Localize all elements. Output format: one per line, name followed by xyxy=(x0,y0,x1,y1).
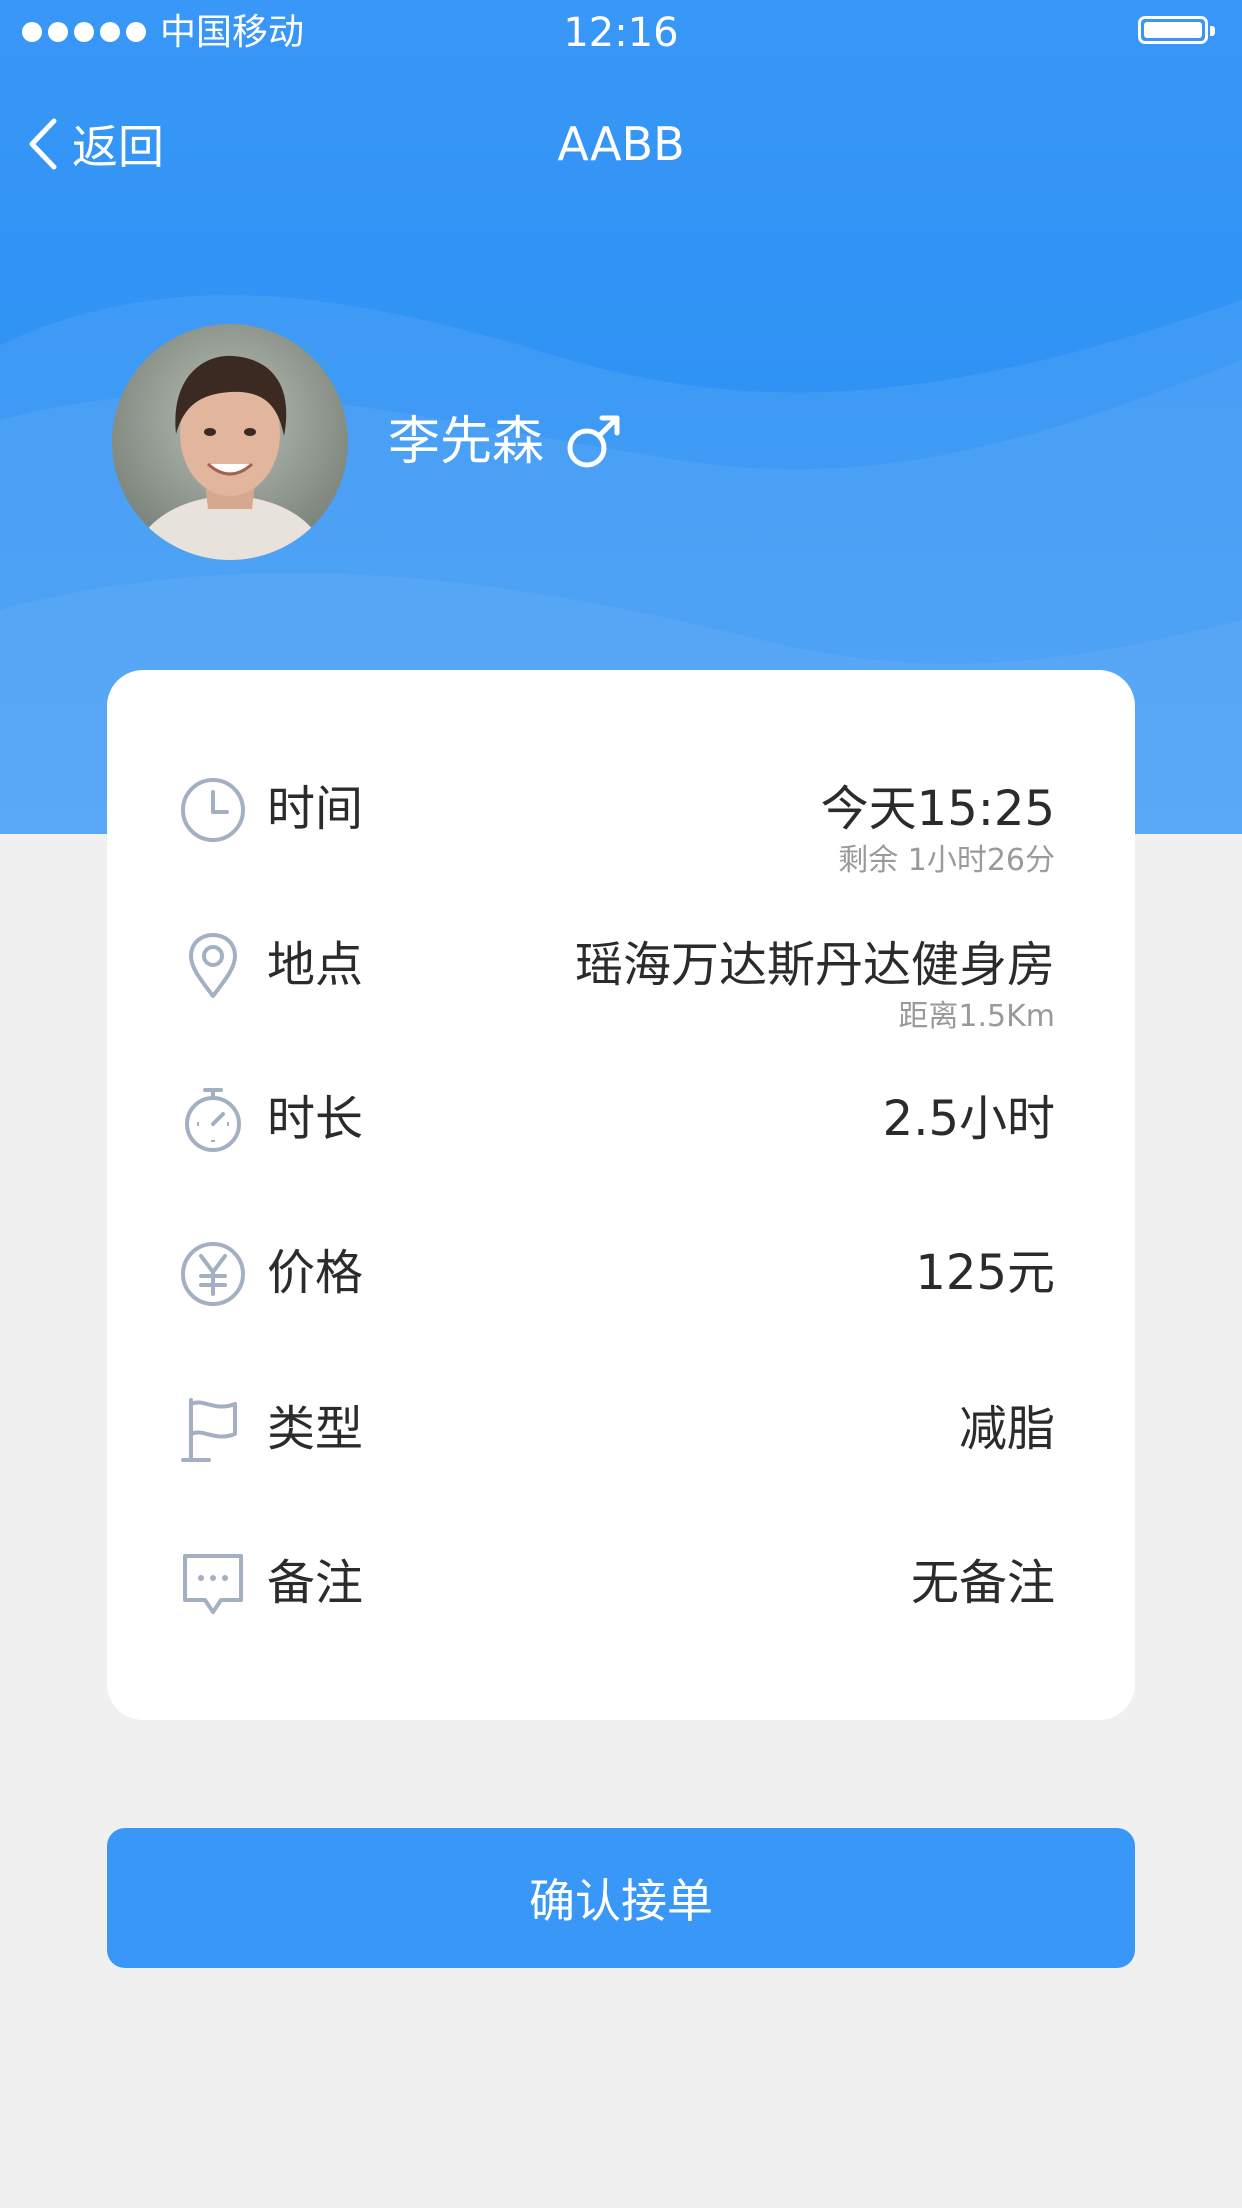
confirm-order-button[interactable]: 确认接单 xyxy=(107,1828,1135,1968)
status-bar: 中国移动 12:16 xyxy=(0,0,1242,64)
detail-value: 125元 xyxy=(915,1245,1055,1301)
page-title: AABB xyxy=(557,117,685,171)
detail-row-type: 类型 减脂 xyxy=(107,1396,1135,1506)
location-pin-icon xyxy=(189,933,237,998)
detail-value: 无备注 xyxy=(910,1555,1055,1611)
detail-row-location: 地点 瑶海万达斯丹达健身房 距离1.5Km xyxy=(107,932,1135,1042)
back-label: 返回 xyxy=(72,120,164,174)
flag-icon xyxy=(181,1398,237,1462)
order-details-card: 时间 今天15:25 剩余 1小时26分 地点 瑶海万达斯丹达健身房 距离1.5… xyxy=(107,670,1135,1720)
detail-label: 时长 xyxy=(267,1091,364,1147)
status-time: 12:16 xyxy=(563,10,679,56)
battery-icon xyxy=(1138,16,1215,44)
clock-icon xyxy=(181,778,245,842)
avatar xyxy=(112,324,348,560)
detail-label: 备注 xyxy=(267,1555,364,1611)
detail-label: 时间 xyxy=(267,781,364,837)
detail-row-price: 价格 125元 xyxy=(107,1240,1135,1350)
back-button[interactable]: 返回 xyxy=(28,106,164,182)
detail-value: 减脂 xyxy=(958,1401,1055,1457)
avatar-photo xyxy=(112,324,348,560)
detail-row-duration: 时长 2.5小时 xyxy=(107,1086,1135,1196)
male-symbol-icon xyxy=(567,415,620,468)
stopwatch-icon xyxy=(185,1088,241,1152)
detail-row-time: 时间 今天15:25 剩余 1小时26分 xyxy=(107,776,1135,886)
chevron-left-icon xyxy=(29,118,57,170)
yen-icon xyxy=(181,1242,245,1306)
detail-subtext: 距离1.5Km xyxy=(898,999,1055,1034)
detail-subtext: 剩余 1小时26分 xyxy=(838,843,1055,878)
user-name-row: 李先森 xyxy=(388,410,622,474)
detail-value: 2.5小时 xyxy=(882,1091,1055,1147)
navigation-bar: AABB 返回 xyxy=(0,106,1242,182)
user-name: 李先森 xyxy=(388,412,545,472)
comment-icon xyxy=(183,1554,243,1614)
detail-label: 类型 xyxy=(267,1401,364,1457)
detail-label: 地点 xyxy=(267,937,364,993)
detail-value: 今天15:25 xyxy=(820,781,1055,837)
detail-label: 价格 xyxy=(267,1245,364,1301)
detail-row-remark: 备注 无备注 xyxy=(107,1550,1135,1660)
detail-value: 瑶海万达斯丹达健身房 xyxy=(574,937,1055,993)
